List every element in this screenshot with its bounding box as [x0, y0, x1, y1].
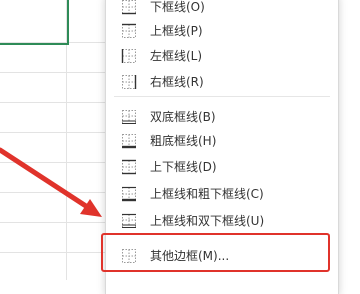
double-bottom-border-icon — [122, 110, 136, 124]
menu-item-top-bottom-border[interactable]: 上下框线(D) — [106, 154, 338, 180]
menu-item-label: 上框线(P) — [150, 24, 203, 38]
menu-item-label: 下框线(O) — [150, 0, 205, 14]
top-bottom-border-icon — [122, 159, 136, 175]
menu-item-bottom-border[interactable]: 下框线(O) — [106, 0, 338, 20]
menu-item-left-border[interactable]: 左框线(L) — [106, 43, 338, 69]
thick-bottom-border-icon — [122, 134, 136, 149]
menu-item-label: 上框线和双下框线(U) — [150, 214, 265, 228]
menu-separator — [114, 96, 330, 97]
annotation-arrow — [0, 147, 102, 217]
menu-item-thick-bottom-border[interactable]: 粗底框线(H) — [106, 128, 338, 154]
menu-item-right-border[interactable]: 右框线(R) — [106, 69, 338, 95]
menu-item-double-bottom-border[interactable]: 双底框线(B) — [106, 104, 338, 130]
annotation-highlight-box — [101, 233, 330, 272]
top-double-bottom-border-icon — [122, 213, 136, 228]
right-border-icon — [122, 75, 137, 89]
menu-item-top-border[interactable]: 上框线(P) — [106, 18, 338, 44]
menu-item-label: 粗底框线(H) — [150, 134, 217, 148]
menu-item-label: 双底框线(B) — [150, 110, 216, 124]
menu-item-label: 右框线(R) — [150, 75, 204, 89]
menu-item-top-double-bottom-border[interactable]: 上框线和双下框线(U) — [106, 208, 338, 234]
menu-item-label: 左框线(L) — [150, 49, 203, 63]
grid-line — [0, 252, 115, 253]
left-border-icon — [121, 49, 136, 63]
menu-item-label: 上下框线(D) — [150, 160, 217, 174]
top-thick-bottom-border-icon — [122, 186, 136, 202]
bottom-border-icon — [122, 0, 136, 15]
menu-item-label: 上框线和粗下框线(C) — [150, 187, 264, 201]
menu-item-top-thick-bottom-border[interactable]: 上框线和粗下框线(C) — [106, 181, 338, 207]
top-border-icon — [122, 23, 136, 38]
